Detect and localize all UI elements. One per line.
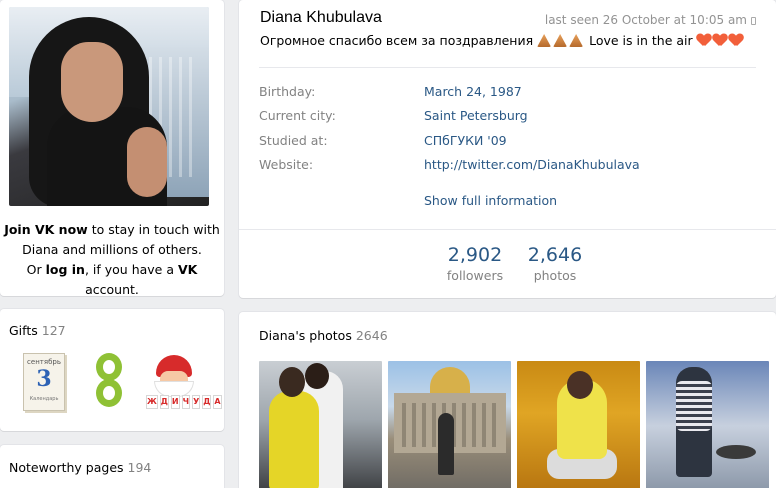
join-vk-link[interactable]: Join VK now bbox=[4, 222, 88, 237]
photos-counter[interactable]: 2,646 photos bbox=[520, 244, 590, 286]
calendar-month: сентябрь bbox=[27, 358, 61, 366]
login-link[interactable]: log in bbox=[46, 262, 85, 277]
heart-emoji-icon bbox=[713, 34, 727, 46]
last-seen-text: last seen 26 October at 10:05 am bbox=[544, 13, 747, 27]
photos-count: 2646 bbox=[355, 328, 388, 343]
join-line1-text: to stay in touch with bbox=[87, 222, 220, 237]
noteworthy-pages-card: Noteworthy pages 194 bbox=[0, 445, 224, 488]
gifts-title: Gifts bbox=[9, 323, 38, 338]
photo-thumbnail[interactable] bbox=[259, 361, 382, 488]
photo-thumbnail[interactable] bbox=[517, 361, 640, 488]
status-tail-text: Love is in the air bbox=[589, 33, 693, 48]
santa-gift-icon[interactable]: Ж Д И Ч У Д А bbox=[142, 353, 222, 413]
info-label: Studied at: bbox=[259, 133, 328, 148]
vk-brand-text: VK bbox=[177, 262, 198, 277]
show-full-info-link[interactable]: Show full information bbox=[424, 193, 557, 208]
join-line3-pre: Or bbox=[26, 262, 46, 277]
profile-status: Огромное спасибо всем за поздравления Lo… bbox=[260, 33, 745, 48]
followers-counter[interactable]: 2,902 followers bbox=[440, 244, 510, 286]
last-seen-status: last seen 26 October at 10:05 am bbox=[545, 13, 756, 27]
join-line3-mid: , if you have a bbox=[84, 262, 178, 277]
avatar-arm bbox=[127, 127, 167, 197]
calendar-caption: Календарь bbox=[29, 396, 59, 402]
gifts-card: Gifts 127 сентябрь 3 Календарь Ж Д И Ч У … bbox=[0, 309, 224, 431]
photo-thumbnail[interactable] bbox=[646, 361, 769, 488]
status-text: Огромное спасибо всем за поздравления bbox=[260, 33, 534, 48]
photos-label: photos bbox=[533, 268, 577, 283]
join-prompt: Join VK now to stay in touch with Diana … bbox=[0, 220, 224, 300]
calendar-day: 3 bbox=[36, 366, 52, 392]
gifts-count: 127 bbox=[41, 323, 66, 338]
figure-eight-gift-icon[interactable] bbox=[78, 353, 138, 413]
heart-emoji-icon bbox=[697, 34, 711, 46]
pray-emoji-icon bbox=[553, 34, 568, 47]
website-link[interactable]: http://twitter.com/DianaKhubulava bbox=[424, 157, 640, 172]
join-line3-end: account. bbox=[85, 282, 139, 297]
gifts-header[interactable]: Gifts 127 bbox=[9, 323, 66, 338]
noteworthy-title: Noteworthy pages bbox=[9, 460, 124, 475]
photos-card: Diana's photos 2646 bbox=[239, 312, 776, 488]
photos-header[interactable]: Diana's photos 2646 bbox=[259, 328, 388, 343]
mobile-phone-icon bbox=[751, 17, 756, 25]
followers-number: 2,902 bbox=[447, 244, 503, 266]
gift-letter-cubes: Ж Д И Ч У Д А bbox=[146, 395, 222, 409]
info-label: Website: bbox=[259, 157, 314, 172]
divider bbox=[259, 67, 756, 68]
noteworthy-header[interactable]: Noteworthy pages 194 bbox=[9, 460, 151, 475]
birthday-link[interactable]: March 24, 1987 bbox=[424, 84, 522, 99]
followers-label: followers bbox=[446, 268, 504, 283]
noteworthy-count: 194 bbox=[127, 460, 152, 475]
profile-info-card: Diana Khubulava last seen 26 October at … bbox=[239, 0, 776, 298]
photo-thumbnail[interactable] bbox=[388, 361, 511, 488]
photos-title: Diana's photos bbox=[259, 328, 352, 343]
profile-avatar[interactable] bbox=[9, 7, 209, 206]
pray-emoji-icon bbox=[569, 34, 584, 47]
heart-emoji-icon bbox=[729, 34, 743, 46]
info-label: Birthday: bbox=[259, 84, 316, 99]
pray-emoji-icon bbox=[537, 34, 552, 47]
city-link[interactable]: Saint Petersburg bbox=[424, 108, 528, 123]
profile-photo-card: Join VK now to stay in touch with Diana … bbox=[0, 0, 224, 297]
university-link[interactable]: СПбГУКИ '09 bbox=[424, 133, 507, 148]
divider bbox=[239, 229, 776, 230]
info-label: Current city: bbox=[259, 108, 336, 123]
page-title: Diana Khubulava bbox=[260, 9, 382, 26]
photos-number: 2,646 bbox=[527, 244, 583, 266]
join-line2-text: Diana and millions of others. bbox=[22, 242, 202, 257]
calendar-gift-icon[interactable]: сентябрь 3 Календарь bbox=[14, 353, 74, 413]
avatar-face bbox=[61, 42, 123, 122]
